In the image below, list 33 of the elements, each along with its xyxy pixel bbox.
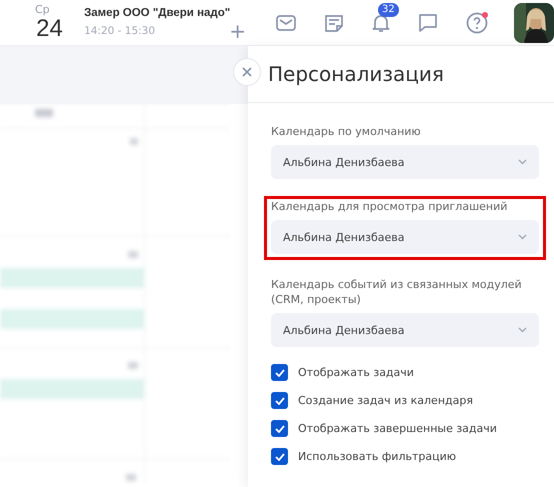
calendar-select[interactable]: Альбина Денизбаева [271, 313, 539, 347]
check-icon [274, 452, 284, 460]
chevron-icon [518, 234, 527, 240]
calendar-select[interactable]: Альбина Денизбаева [271, 145, 539, 179]
checkbox[interactable] [271, 420, 288, 437]
checkbox[interactable] [271, 364, 288, 381]
check-icon [274, 424, 284, 432]
option-label: Создание задач из календаря [298, 394, 473, 407]
notification-count: 32 [378, 2, 399, 16]
day-number: 24 [36, 16, 63, 42]
check-icon [274, 368, 284, 376]
close-icon [242, 67, 252, 77]
option-label: Отображать задачи [298, 366, 414, 379]
chevron-icon [518, 327, 527, 333]
calendar-select[interactable]: Альбина Денизбаева [271, 220, 539, 254]
checkbox[interactable] [271, 448, 288, 465]
option-label: Использовать фильтрацию [298, 450, 456, 463]
close-button[interactable] [233, 58, 261, 86]
weekday: Ср [35, 4, 50, 16]
chevron-icon [518, 159, 527, 165]
check-icon [274, 396, 284, 404]
field-label: Календарь событий из связанных модулей (CRM, проекты) [271, 277, 523, 307]
event-title[interactable]: Замер ООО "Двери надо" [84, 6, 246, 18]
bell-icon[interactable] [372, 12, 390, 32]
help-icon[interactable] [466, 12, 488, 34]
mail-icon[interactable] [276, 14, 296, 30]
field-label: Календарь для просмотра приглашений [271, 199, 508, 214]
event-time: 14:20 - 15:30 [84, 24, 156, 36]
note-icon[interactable] [324, 12, 344, 32]
field-label: Календарь по умолчанию [271, 124, 422, 139]
checkbox[interactable] [271, 392, 288, 409]
option-label: Отображать завершенные задачи [298, 422, 497, 435]
chat-icon[interactable] [418, 12, 438, 32]
